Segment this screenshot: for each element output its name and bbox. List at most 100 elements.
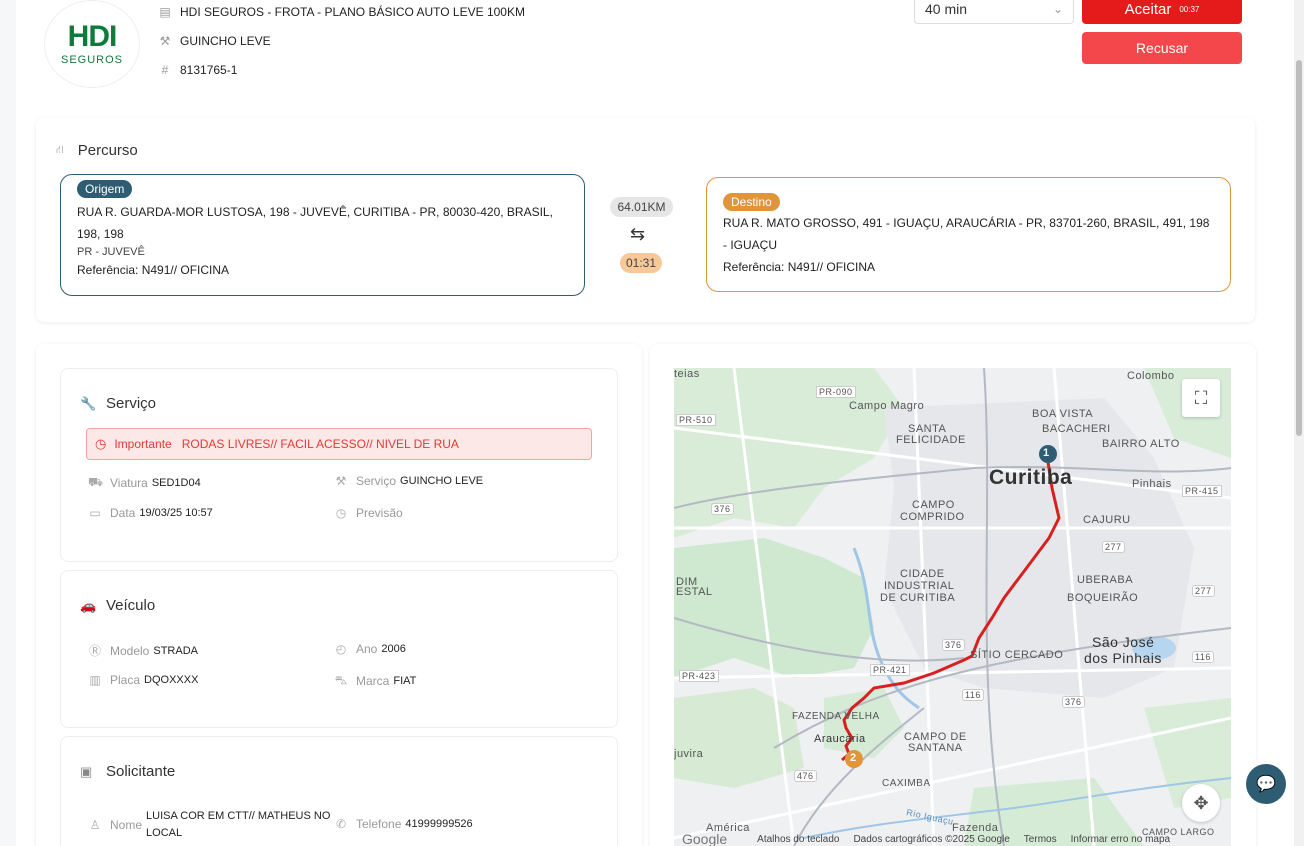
previsao-label: Previsão <box>356 506 403 520</box>
marca-value: FIAT <box>393 675 417 687</box>
accept-label: Aceitar <box>1124 0 1172 18</box>
map-label: ESTAL <box>676 586 713 598</box>
map-label: CAXIMBA <box>882 778 931 789</box>
protocol-text: 8131765-1 <box>180 63 238 77</box>
map-label: SÍTIO CERCADO <box>970 649 1064 661</box>
viatura-value: SED1D04 <box>151 477 201 489</box>
move-icon[interactable]: ✥ <box>1182 784 1220 822</box>
origin-marker[interactable]: 1 <box>1043 447 1050 459</box>
accept-timer: 00:37 <box>1179 4 1200 14</box>
map-label: teias <box>674 368 700 380</box>
map-label: Pinhais <box>1132 478 1172 490</box>
map-label: Araucária <box>814 733 866 745</box>
data-value: 19/03/25 10:57 <box>139 507 213 519</box>
map-city-label: São José <box>1092 634 1155 650</box>
origin-reference: Referência: N491// OFICINA <box>77 263 230 277</box>
route-map[interactable]: teias Colombo PR-090 Campo Magro PR-510 … <box>674 368 1231 846</box>
map-footer: Google Atalhos do teclado Dados cartográ… <box>674 831 1231 846</box>
google-logo: Google <box>682 831 728 846</box>
phone-icon: ✆ <box>335 817 347 831</box>
route-title-text: Percurso <box>77 142 138 159</box>
logo-text: HDI <box>67 20 118 53</box>
map-label: FELICIDADE <box>896 434 966 446</box>
wrench-icon: ⚒ <box>159 34 171 48</box>
car-icon: ⛍ <box>334 673 348 687</box>
alert-text: RODAS LIVRES// FACIL ACESSO// NIVEL DE R… <box>181 437 459 451</box>
nome-line-2: LOCAL <box>146 827 183 839</box>
map-road-label: 277 <box>1102 541 1125 553</box>
servico-label: Serviço <box>356 474 397 488</box>
page-scrollbar[interactable] <box>1294 0 1304 846</box>
data-label: Data <box>110 506 136 520</box>
route-icon: ⛙ <box>56 143 64 156</box>
map-road-label: PR-421 <box>870 664 910 676</box>
origin-card: Origem RUA R. GUARDA-MOR LUSTOSA, 198 - … <box>60 174 585 296</box>
map-label: juvira <box>674 748 704 760</box>
important-alert: ◷ Importante RODAS LIVRES// FACIL ACESSO… <box>86 428 592 460</box>
map-road-label: 376 <box>1062 696 1085 708</box>
logo-subtext: SEGUROS <box>60 54 123 66</box>
map-road-label: PR-415 <box>1182 485 1222 497</box>
previsao-field: ◷ Previsão <box>334 506 407 520</box>
origin-address: RUA R. GUARDA-MOR LUSTOSA, 198 - JUVEVÊ,… <box>77 205 553 241</box>
document-icon: ▤ <box>159 5 171 19</box>
nome-line-1: LUISA COR EM CTT// MATHEUS NO <box>146 810 331 822</box>
chat-icon[interactable]: 💬 <box>1246 764 1286 804</box>
report-error-link[interactable]: Informar erro no mapa <box>1071 834 1171 845</box>
origin-badge: Origem <box>77 180 133 198</box>
viatura-label: Viatura <box>110 476 148 490</box>
clock-icon: ◷ <box>95 436 107 451</box>
placa-label: Placa <box>110 673 141 687</box>
ano-value: 2006 <box>381 643 406 655</box>
scrollbar-thumb[interactable] <box>1296 60 1302 436</box>
destination-badge: Destino <box>723 193 780 211</box>
map-label: CIDADE <box>900 568 945 580</box>
requester-title-text: Solicitante <box>106 763 176 780</box>
refuse-button[interactable]: Recusar <box>1082 32 1242 64</box>
map-city-label: Curitiba <box>989 466 1073 489</box>
nome-label: Nome <box>110 818 143 832</box>
telefone-field: ✆ Telefone 41999999526 <box>334 817 473 831</box>
calendar-icon: ▭ <box>89 506 101 520</box>
fullscreen-icon[interactable]: ⛶ <box>1182 379 1220 417</box>
registered-icon: Ⓡ <box>88 644 101 658</box>
wrench-icon: ⚒ <box>335 474 347 488</box>
map-label: CAMPO <box>912 499 955 511</box>
modelo-field: Ⓡ Modelo STRADA <box>88 642 198 659</box>
requester-title: ▣ Solicitante <box>80 763 175 780</box>
vehicle-title: 🚗 Veículo <box>80 597 155 614</box>
chevron-down-icon: ⌄ <box>1052 2 1063 16</box>
plan-line: ▤ HDI SEGUROS - FROTA - PLANO BÁSICO AUT… <box>158 5 525 19</box>
marca-label: Marca <box>356 674 390 688</box>
destination-reference: Referência: N491// OFICINA <box>723 260 876 274</box>
map-label: CAJURU <box>1083 514 1131 526</box>
viatura-field: ⛟ Viatura SED1D04 <box>88 475 201 491</box>
protocol-line: # 8131765-1 <box>158 63 238 77</box>
modelo-value: STRADA <box>153 644 198 657</box>
eta-select-value: 40 min <box>925 1 968 17</box>
eta-select[interactable]: 40 min ⌄ <box>914 0 1074 24</box>
service-text: GUINCHO LEVE <box>180 34 271 48</box>
refuse-label: Recusar <box>1135 40 1189 56</box>
map-label: DE CURITIBA <box>880 592 956 604</box>
map-label: BAIRRO ALTO <box>1102 438 1180 450</box>
swap-icon[interactable]: ⇆ <box>630 224 645 245</box>
servico-field: ⚒ Serviço GUINCHO LEVE <box>334 474 484 488</box>
map-label: Colombo <box>1127 370 1175 382</box>
data-field: ▭ Data 19/03/25 10:57 <box>88 506 213 520</box>
map-city-label: dos Pinhais <box>1084 650 1162 666</box>
hash-icon: # <box>161 63 169 77</box>
map-label: COMPRIDO <box>900 511 965 523</box>
map-data-text: Dados cartográficos ©2025 Google <box>853 833 1010 845</box>
destination-marker[interactable]: 2 <box>850 752 857 764</box>
service-title: 🔧 Serviço <box>80 395 156 412</box>
company-logo: HDI SEGUROS <box>44 0 140 88</box>
telefone-value: 41999999526 <box>405 818 473 830</box>
map-road-label: PR-090 <box>816 386 856 398</box>
map-label: SANTANA <box>908 742 963 754</box>
terms-link[interactable]: Termos <box>1024 834 1057 845</box>
map-road-label: PR-423 <box>679 670 719 682</box>
map-road-label: 476 <box>794 770 817 782</box>
keyboard-shortcuts-link[interactable]: Atalhos do teclado <box>757 834 839 845</box>
accept-button[interactable]: Aceitar 00:37 <box>1082 0 1242 24</box>
